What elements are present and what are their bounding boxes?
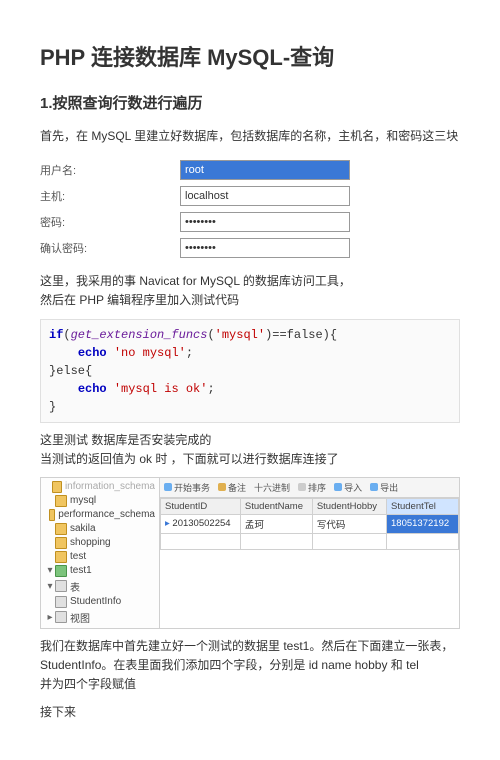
play-icon: [164, 483, 172, 491]
str-3: 'mysql is ok': [114, 382, 208, 396]
tree-item[interactable]: mysql: [70, 495, 96, 506]
str-2: 'no mysql': [114, 346, 186, 360]
row-marker-icon: ▸: [165, 518, 170, 529]
fn-name: get_extension_funcs: [71, 328, 208, 342]
tree-item[interactable]: shopping: [70, 537, 111, 548]
password-label: 密码:: [40, 214, 100, 230]
memo-button[interactable]: 备注: [218, 481, 246, 494]
import-button[interactable]: 导入: [334, 481, 362, 494]
col-header[interactable]: StudentName: [240, 498, 312, 514]
kw-if: if: [49, 328, 63, 342]
sort-button[interactable]: 排序: [298, 481, 326, 494]
sort-icon: [298, 483, 306, 491]
export-button[interactable]: 导出: [370, 481, 398, 494]
para-5: 接下来: [40, 703, 460, 722]
para-3b: 当测试的返回值为 ok 时 ，下面就可以进行数据库连接了: [40, 450, 460, 469]
tree-item[interactable]: sakila: [70, 523, 96, 534]
intro-text: 首先，在 MySQL 里建立好数据库，包括数据库的名称，主机名，和密码这三块: [40, 127, 460, 146]
tree-item[interactable]: performance_schema: [58, 509, 155, 520]
para-4c: 并为四个字段赋值: [40, 675, 460, 694]
tree-item[interactable]: StudentInfo: [70, 596, 121, 607]
collapse-icon[interactable]: ▾: [45, 581, 55, 592]
col-header[interactable]: StudentID: [161, 498, 241, 514]
para-2a: 这里，我采用的事 Navicat for MySQL 的数据库访问工具，: [40, 272, 460, 291]
data-table: StudentID StudentName StudentHobby Stude…: [160, 498, 459, 550]
table-icon: [55, 580, 67, 592]
section-heading-1: 1.按照查询行数进行遍历: [40, 92, 460, 113]
confirm-label: 确认密码:: [40, 240, 100, 256]
hex-button[interactable]: 十六进制: [254, 481, 290, 494]
navicat-screenshot: information_schema mysql performance_sch…: [40, 477, 460, 629]
kw-echo-1: echo: [78, 346, 107, 360]
expand-icon[interactable]: ▸: [45, 612, 55, 623]
db-tree: information_schema mysql performance_sch…: [41, 478, 160, 628]
code-block: if(get_extension_funcs('mysql')==false){…: [40, 319, 460, 423]
tree-item[interactable]: information_schema: [65, 481, 155, 492]
toolbar: 开始事务 备注 十六进制 排序 导入 导出: [160, 478, 459, 498]
tree-item[interactable]: 视图: [70, 610, 90, 625]
col-header[interactable]: StudentTel: [387, 498, 459, 514]
start-tx-button[interactable]: 开始事务: [164, 481, 210, 494]
import-icon: [334, 483, 342, 491]
str-1: 'mysql': [215, 328, 265, 342]
username-label: 用户名:: [40, 162, 100, 178]
col-header[interactable]: StudentHobby: [312, 498, 386, 514]
tree-item[interactable]: test1: [70, 565, 92, 576]
tree-item[interactable]: test: [70, 551, 86, 562]
table-icon: [55, 596, 67, 608]
db-form: 用户名: root 主机: localhost 密码: •••••••• 确认密…: [40, 160, 460, 258]
para-4a: 我们在数据库中首先建立好一个测试的数据里 test1。然后在下面建立一张表，: [40, 637, 460, 656]
view-icon: [55, 611, 67, 623]
para-3a: 这里测试 数据库是否安装完成的: [40, 431, 460, 450]
table-row[interactable]: ▸ 20130502254 孟珂 写代码 18051372192: [161, 514, 459, 533]
page-title: PHP 连接数据库 MySQL-查询: [40, 40, 460, 72]
kw-echo-2: echo: [78, 382, 107, 396]
username-field[interactable]: root: [180, 160, 350, 180]
tree-item[interactable]: 表: [70, 579, 80, 594]
password-field[interactable]: ••••••••: [180, 212, 350, 232]
memo-icon: [218, 483, 226, 491]
collapse-icon[interactable]: ▾: [45, 565, 55, 576]
host-label: 主机:: [40, 188, 100, 204]
export-icon: [370, 483, 378, 491]
para-4b: StudentInfo。在表里面我们添加四个字段，分别是 id name hob…: [40, 656, 460, 675]
para-2b: 然后在 PHP 编辑程序里加入测试代码: [40, 291, 460, 310]
confirm-field[interactable]: ••••••••: [180, 238, 350, 258]
host-field[interactable]: localhost: [180, 186, 350, 206]
